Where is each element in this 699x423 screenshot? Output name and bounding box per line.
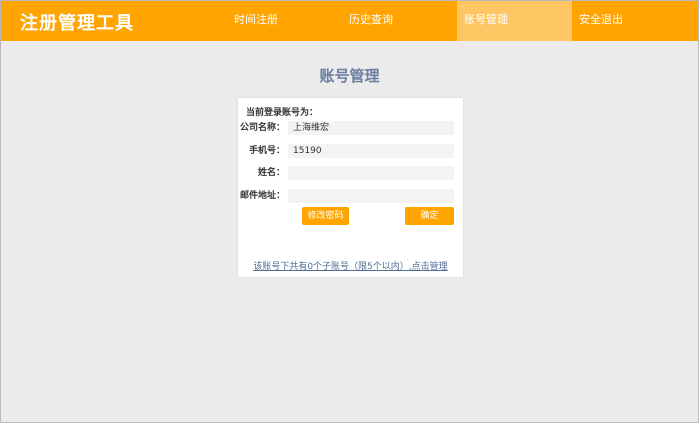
email-label: 邮件地址： — [239, 191, 285, 201]
account-form-card: 当前登录账号为： 公司名称： 上海维宏 手机号： 15190 姓名： 邮件地址：… — [238, 98, 463, 277]
phone-field[interactable]: 15190 — [288, 144, 454, 158]
current-account-label: 当前登录账号为： — [246, 108, 319, 118]
email-row: 邮件地址： — [238, 189, 463, 203]
top-navigation-bar: 注册管理工具 时间注册 历史查询 账号管理 安全退出 — [1, 1, 698, 41]
name-row: 姓名： — [238, 166, 463, 180]
name-field[interactable] — [288, 166, 454, 180]
nav-history-query[interactable]: 历史查询 — [342, 1, 457, 41]
name-label: 姓名： — [257, 168, 285, 178]
phone-label: 手机号： — [248, 146, 285, 156]
page-title: 账号管理 — [319, 67, 380, 85]
nav-account-management[interactable]: 账号管理 — [457, 1, 572, 41]
company-name-row: 公司名称： 上海维宏 — [238, 121, 463, 135]
email-field[interactable] — [288, 189, 454, 203]
company-name-label: 公司名称： — [239, 123, 285, 133]
app-window: 注册管理工具 时间注册 历史查询 账号管理 安全退出 账号管理 当前登录账号为：… — [0, 0, 699, 423]
nav-time-register[interactable]: 时间注册 — [227, 1, 342, 41]
app-logo: 注册管理工具 — [20, 13, 134, 34]
nav-safe-logout[interactable]: 安全退出 — [572, 1, 687, 41]
company-name-field[interactable]: 上海维宏 — [288, 121, 454, 135]
sub-account-manage-link[interactable]: 该账号下共有0个子账号（限5个以内）,点击管理 — [238, 259, 463, 272]
main-nav: 时间注册 历史查询 账号管理 安全退出 — [227, 1, 687, 41]
confirm-button[interactable]: 确定 — [405, 207, 454, 225]
change-password-button[interactable]: 修改密码 — [302, 207, 349, 225]
phone-row: 手机号： 15190 — [238, 144, 463, 158]
